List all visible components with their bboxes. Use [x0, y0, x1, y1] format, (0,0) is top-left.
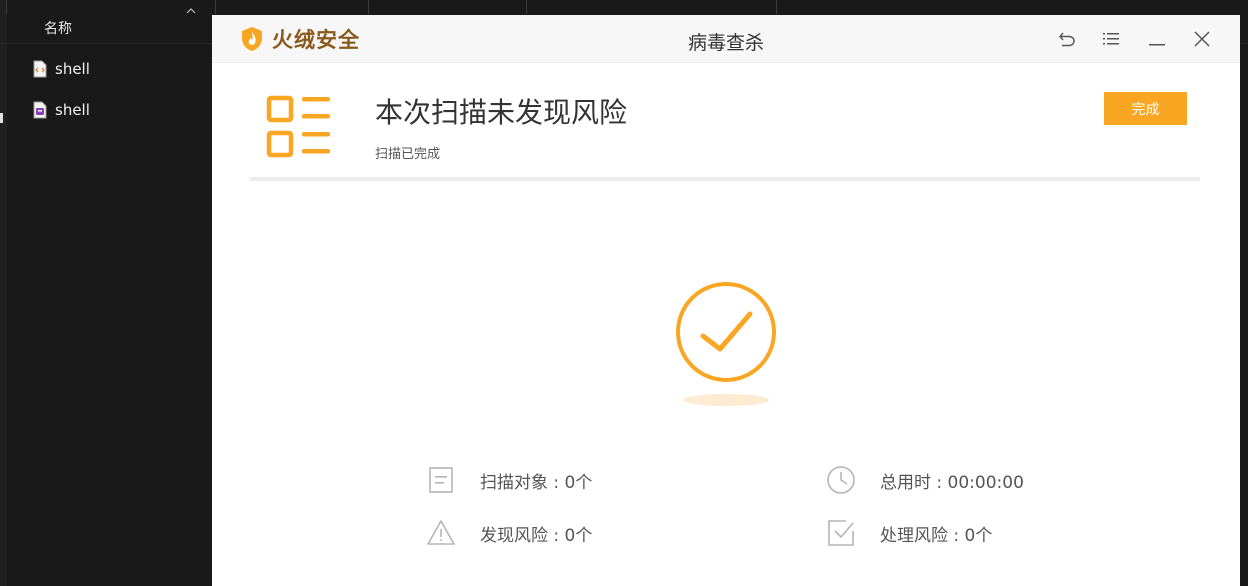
scan-result-title: 本次扫描未发现风险 — [375, 96, 628, 129]
file-name: shell — [55, 101, 90, 119]
stat-found-risks: 发现风险 : 0个 — [426, 518, 592, 548]
file-name: shell — [55, 60, 90, 78]
script-file-icon — [33, 101, 47, 119]
code-file-icon — [33, 60, 47, 78]
window-title: 病毒查杀 — [687, 32, 764, 54]
success-check-icon — [676, 282, 776, 382]
scan-result-header: 本次扫描未发现风险 扫描已完成 — [250, 63, 1200, 181]
stat-scanned-objects: 扫描对象 : 0个 — [426, 465, 592, 495]
window-titlebar: 火绒安全 病毒查杀 — [212, 15, 1240, 63]
column-separator — [6, 0, 7, 14]
column-separator — [215, 0, 216, 14]
menu-button[interactable] — [1100, 28, 1122, 50]
scan-result-subtitle: 扫描已完成 — [375, 147, 441, 162]
close-icon — [1194, 31, 1210, 47]
report-list-icon — [266, 95, 330, 158]
column-separator — [776, 0, 777, 14]
done-button[interactable]: 完成 — [1104, 92, 1187, 125]
close-button[interactable] — [1191, 28, 1213, 50]
explorer-edge-glyph — [0, 113, 3, 123]
stat-label: 扫描对象 : 0个 — [480, 472, 593, 493]
warning-icon — [427, 520, 455, 545]
checkbox-icon — [828, 520, 854, 546]
clock-icon — [827, 466, 855, 494]
sort-caret-icon — [186, 8, 196, 14]
explorer-nav-strip — [0, 0, 7, 586]
back-button[interactable] — [1056, 28, 1078, 50]
column-header-name[interactable]: 名称 — [44, 18, 72, 38]
back-icon — [1059, 32, 1075, 47]
stat-label: 总用时 : 00:00:00 — [880, 472, 1024, 493]
menu-icon — [1103, 33, 1119, 45]
success-check-shadow — [683, 394, 769, 406]
document-icon — [429, 467, 453, 493]
minimize-icon — [1149, 44, 1165, 46]
minimize-button[interactable] — [1146, 28, 1168, 50]
stat-label: 处理风险 : 0个 — [880, 525, 993, 546]
stat-handled-risks: 处理风险 : 0个 — [826, 518, 992, 548]
file-item[interactable]: shell — [26, 95, 216, 125]
stat-label: 发现风险 : 0个 — [480, 525, 593, 546]
file-item[interactable]: shell — [26, 54, 216, 84]
column-separator — [526, 0, 527, 14]
antivirus-window: 火绒安全 病毒查杀 本次扫描未发现风险 扫描已完成 完成 扫描对象: 0个 总… — [212, 15, 1240, 586]
column-separator — [368, 0, 369, 14]
stat-total-time: 总用时 : 00:00:00 — [826, 465, 1024, 495]
